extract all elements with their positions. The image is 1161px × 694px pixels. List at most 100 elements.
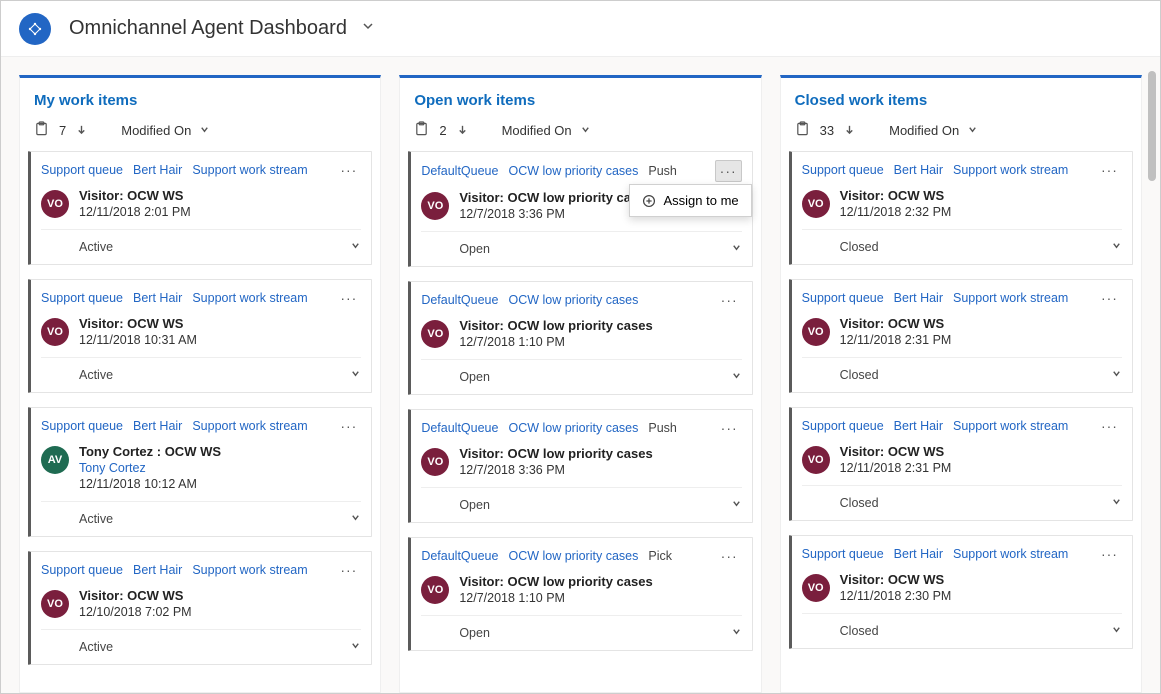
card-link[interactable]: OCW low priority cases xyxy=(508,293,638,307)
card-link[interactable]: Support work stream xyxy=(953,291,1068,305)
card-link[interactable]: Support queue xyxy=(802,291,884,305)
chevron-down-icon[interactable] xyxy=(731,368,742,386)
avatar: VO xyxy=(41,590,69,618)
chevron-down-icon[interactable] xyxy=(350,510,361,528)
card-link[interactable]: DefaultQueue xyxy=(421,549,498,563)
card-title: Visitor: OCW WS xyxy=(79,316,197,331)
card-links: DefaultQueueOCW low priority casesPick xyxy=(421,549,672,563)
work-item-card[interactable]: Support queue Bert Hair Support work strea… xyxy=(28,279,372,393)
work-item-card[interactable]: Support queue Bert Hair Support work strea… xyxy=(28,151,372,265)
card-more-button[interactable]: ··· xyxy=(336,560,361,580)
card-more-button[interactable]: ··· xyxy=(715,160,742,182)
work-item-card[interactable]: Support queue Bert Hair Support work strea… xyxy=(789,535,1133,649)
card-link[interactable]: Bert Hair xyxy=(894,291,943,305)
work-item-card[interactable]: Support queue Bert Hair Support work strea… xyxy=(28,551,372,665)
card-link[interactable]: Support work stream xyxy=(192,419,307,433)
card-more-button[interactable]: ··· xyxy=(1097,544,1122,564)
chevron-down-icon[interactable] xyxy=(967,123,978,138)
card-links: Support queue Bert Hair Support work strea… xyxy=(802,291,1069,305)
work-item-card[interactable]: Support queue Bert Hair Support work strea… xyxy=(789,151,1133,265)
work-item-card[interactable]: DefaultQueueOCW low priority casesPush ·… xyxy=(408,409,752,523)
chevron-down-icon[interactable] xyxy=(350,238,361,256)
cards-container: DefaultQueueOCW low priority casesPush ·… xyxy=(400,151,760,692)
sort-arrow-icon[interactable] xyxy=(76,123,87,138)
chevron-down-icon[interactable] xyxy=(199,123,210,138)
chevron-down-icon[interactable] xyxy=(731,240,742,258)
card-link[interactable]: Bert Hair xyxy=(894,163,943,177)
work-item-card[interactable]: Support queue Bert Hair Support work strea… xyxy=(28,407,372,537)
sort-label: Modified On xyxy=(889,123,959,138)
clipboard-icon[interactable] xyxy=(795,121,810,139)
card-link[interactable]: Support queue xyxy=(41,563,123,577)
clipboard-icon[interactable] xyxy=(414,121,429,139)
avatar: VO xyxy=(421,192,449,220)
card-title: Tony Cortez : OCW WS xyxy=(79,444,221,459)
card-link[interactable]: Bert Hair xyxy=(133,291,182,305)
card-link[interactable]: Support queue xyxy=(41,291,123,305)
avatar: VO xyxy=(802,574,830,602)
work-item-card[interactable]: DefaultQueueOCW low priority casesPush ·… xyxy=(408,151,752,267)
card-more-button[interactable]: ··· xyxy=(717,290,742,310)
card-link[interactable]: OCW low priority cases xyxy=(508,549,638,563)
card-link[interactable]: DefaultQueue xyxy=(421,293,498,307)
chevron-down-icon[interactable] xyxy=(350,638,361,656)
card-more-button[interactable]: ··· xyxy=(336,416,361,436)
card-more-button[interactable]: ··· xyxy=(717,546,742,566)
assign-popover[interactable]: Assign to me xyxy=(629,184,752,217)
clipboard-icon[interactable] xyxy=(34,121,49,139)
card-more-button[interactable]: ··· xyxy=(336,160,361,180)
card-link[interactable]: Support work stream xyxy=(953,163,1068,177)
card-links: Support queue Bert Hair Support work strea… xyxy=(41,563,308,577)
card-link[interactable]: Support queue xyxy=(802,547,884,561)
card-link[interactable]: Support work stream xyxy=(192,163,307,177)
card-more-button[interactable]: ··· xyxy=(717,418,742,438)
chevron-down-icon[interactable] xyxy=(1111,622,1122,640)
card-link[interactable]: Support queue xyxy=(41,419,123,433)
avatar: VO xyxy=(41,190,69,218)
avatar: VO xyxy=(802,318,830,346)
chevron-down-icon[interactable] xyxy=(350,366,361,384)
card-link[interactable]: Support work stream xyxy=(192,291,307,305)
card-more-button[interactable]: ··· xyxy=(1097,288,1122,308)
column-count: 33 xyxy=(820,123,834,138)
work-item-card[interactable]: DefaultQueueOCW low priority cases ··· V… xyxy=(408,281,752,395)
card-link[interactable]: Support queue xyxy=(802,163,884,177)
card-more-button[interactable]: ··· xyxy=(336,288,361,308)
chevron-down-icon[interactable] xyxy=(580,123,591,138)
card-link[interactable]: Bert Hair xyxy=(894,419,943,433)
card-sublink[interactable]: Tony Cortez xyxy=(79,461,221,475)
card-link[interactable]: Support work stream xyxy=(953,547,1068,561)
card-status: Closed xyxy=(840,624,879,638)
card-link[interactable]: DefaultQueue xyxy=(421,421,498,435)
card-more-button[interactable]: ··· xyxy=(1097,160,1122,180)
card-link[interactable]: Support queue xyxy=(802,419,884,433)
card-link[interactable]: Bert Hair xyxy=(133,163,182,177)
work-item-card[interactable]: DefaultQueueOCW low priority casesPick ·… xyxy=(408,537,752,651)
card-title: Visitor: OCW low priority cases xyxy=(459,574,652,589)
card-link[interactable]: DefaultQueue xyxy=(421,164,498,178)
card-link[interactable]: OCW low priority cases xyxy=(508,421,638,435)
sort-arrow-icon[interactable] xyxy=(844,123,855,138)
sort-arrow-icon[interactable] xyxy=(457,123,468,138)
card-link[interactable]: Bert Hair xyxy=(133,419,182,433)
work-item-card[interactable]: Support queue Bert Hair Support work strea… xyxy=(789,407,1133,521)
title-dropdown-icon[interactable] xyxy=(361,19,375,38)
card-link[interactable]: Support work stream xyxy=(953,419,1068,433)
card-link[interactable]: Bert Hair xyxy=(894,547,943,561)
card-link[interactable]: OCW low priority cases xyxy=(508,164,638,178)
card-date: 12/10/2018 7:02 PM xyxy=(79,605,192,619)
card-status: Open xyxy=(459,498,490,512)
chevron-down-icon[interactable] xyxy=(1111,366,1122,384)
card-more-button[interactable]: ··· xyxy=(1097,416,1122,436)
chevron-down-icon[interactable] xyxy=(1111,494,1122,512)
chevron-down-icon[interactable] xyxy=(731,624,742,642)
card-status: Closed xyxy=(840,368,879,382)
chevron-down-icon[interactable] xyxy=(1111,238,1122,256)
card-link[interactable]: Bert Hair xyxy=(133,563,182,577)
card-status: Active xyxy=(79,512,113,526)
card-link[interactable]: Support work stream xyxy=(192,563,307,577)
card-title: Visitor: OCW WS xyxy=(840,572,952,587)
work-item-card[interactable]: Support queue Bert Hair Support work strea… xyxy=(789,279,1133,393)
card-link[interactable]: Support queue xyxy=(41,163,123,177)
chevron-down-icon[interactable] xyxy=(731,496,742,514)
